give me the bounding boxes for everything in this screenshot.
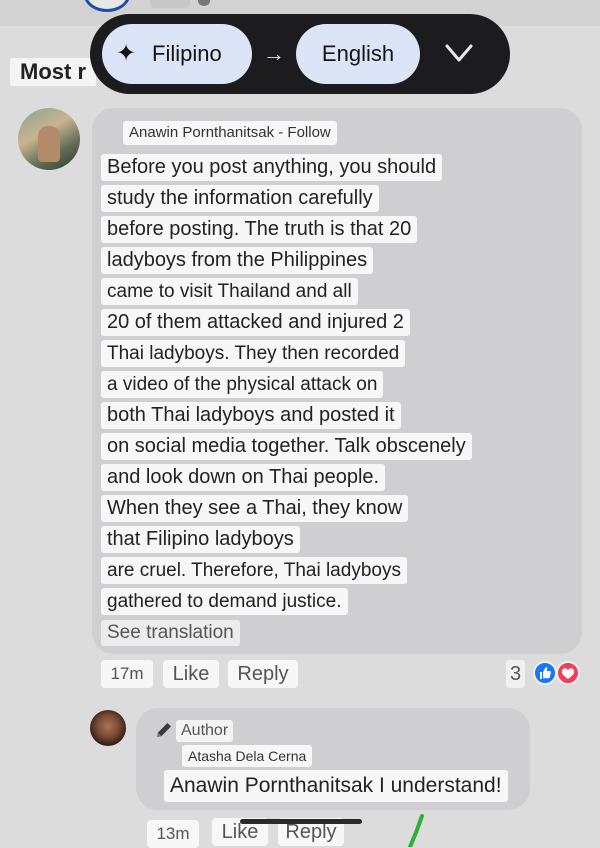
- commenter-avatar[interactable]: [18, 108, 80, 170]
- heart-icon[interactable]: [556, 661, 580, 685]
- comment-line: When they see a Thai, they know: [101, 495, 409, 522]
- top-count: [150, 0, 190, 8]
- reply-author-avatar[interactable]: [90, 710, 126, 746]
- like-button[interactable]: Like: [163, 660, 219, 688]
- source-language-label: Filipino: [152, 41, 222, 66]
- comment-line: study the information carefully: [101, 185, 379, 212]
- comment-line: and look down on Thai people.: [101, 464, 386, 491]
- comment-line: on social media together. Talk obscenely: [101, 433, 472, 460]
- chevron-down-icon[interactable]: [434, 36, 484, 72]
- comment-line: came to visit Thailand and all: [101, 278, 358, 305]
- comment-line: Before you post anything, you should: [101, 154, 443, 181]
- see-translation-link[interactable]: See translation: [101, 620, 240, 646]
- comment-line: are cruel. Therefore, Thai ladyboys: [101, 557, 407, 584]
- comment-time: 17m: [101, 660, 153, 688]
- reaction-count[interactable]: 3: [506, 660, 526, 688]
- comment-line: a video of the physical attack on: [101, 371, 384, 398]
- reply-author-name[interactable]: Atasha Dela Cerna: [182, 745, 313, 767]
- comment-line: both Thai ladyboys and posted it: [101, 402, 401, 429]
- translation-bar: ✦ Filipino → English: [90, 14, 510, 94]
- reply-text: Anawin Pornthanitsak I understand!: [164, 770, 508, 802]
- comment-line: gathered to demand justice.: [101, 588, 348, 615]
- sparkle-icon: ✦: [116, 40, 137, 67]
- comment-line: Thai ladyboys. They then recorded: [101, 340, 406, 367]
- comment-line: that Filipino ladyboys: [101, 526, 300, 553]
- comment-line: ladyboys from the Philippines: [101, 247, 374, 274]
- comment-line: before posting. The truth is that 20: [101, 216, 418, 243]
- pencil-icon: [157, 723, 171, 737]
- home-indicator[interactable]: [240, 819, 362, 824]
- comment-author-name[interactable]: Anawin Pornthanitsak - Follow: [123, 121, 337, 145]
- thumbs-up-icon[interactable]: [533, 661, 557, 685]
- reply-time: 13m: [147, 820, 199, 848]
- target-language-button[interactable]: English: [296, 24, 420, 84]
- green-annotation-mark: [408, 814, 424, 847]
- source-language-button[interactable]: ✦ Filipino: [102, 24, 252, 84]
- sort-label[interactable]: Most r: [10, 58, 96, 86]
- author-badge: Author: [176, 720, 234, 742]
- reply-button[interactable]: Reply: [228, 660, 298, 688]
- target-language-label: English: [321, 41, 395, 66]
- comment-line: 20 of them attacked and injured 2: [101, 309, 410, 336]
- arrow-right-icon: →: [263, 41, 285, 66]
